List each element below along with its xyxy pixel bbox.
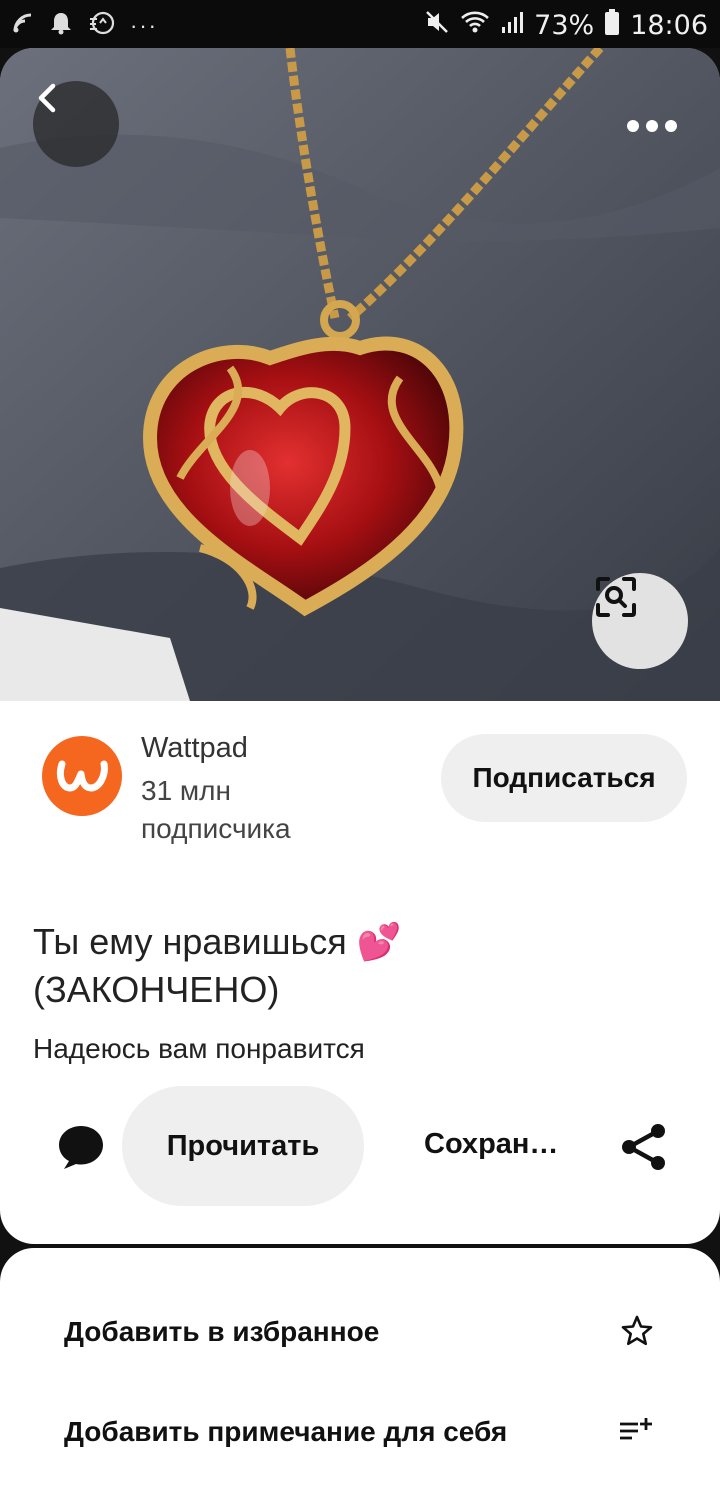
wattpad-w-icon — [56, 760, 108, 792]
chevron-left-icon — [38, 83, 56, 113]
pin-title: Ты ему нравишься 💕 (ЗАКОНЧЕНО) — [33, 918, 653, 1014]
data-saver-icon — [88, 10, 116, 42]
battery-icon — [604, 8, 620, 43]
visual-search-icon — [596, 577, 636, 617]
subscriber-count: 31 млн подписчика — [141, 772, 381, 848]
wattpad-logo[interactable] — [42, 736, 122, 816]
pin-card: Wattpad 31 млн подписчика Подписаться Ты… — [0, 48, 720, 1244]
subscribe-button[interactable]: Подписаться — [441, 734, 687, 822]
pin-source: Wattpad 31 млн подписчика Подписаться — [0, 732, 720, 864]
subscriber-count-number: 31 млн — [141, 775, 231, 806]
read-button[interactable]: Прочитать — [122, 1086, 364, 1206]
more-options-button[interactable] — [612, 106, 692, 146]
mute-icon — [424, 9, 450, 42]
dot-icon — [627, 120, 639, 132]
subscriber-count-word: подписчика — [141, 813, 291, 844]
dot-icon — [646, 120, 658, 132]
visual-search-button[interactable] — [592, 573, 688, 669]
pin-title-line2: (ЗАКОНЧЕНО) — [33, 969, 280, 1010]
back-button[interactable] — [33, 81, 119, 167]
status-left-icons: ··· — [12, 10, 158, 42]
status-bar: ··· 73% 18:06 — [0, 0, 720, 48]
pin-title-line1: Ты ему нравишься 💕 — [33, 921, 402, 962]
status-more: ··· — [130, 13, 158, 38]
options-sheet: Добавить в избранное Добавить примечание… — [0, 1248, 720, 1488]
status-right: 73% 18:06 — [424, 8, 708, 43]
pin-description: Надеюсь вам понравится — [33, 1033, 365, 1064]
cell-signal-icon — [500, 9, 524, 42]
add-note-icon[interactable] — [618, 1416, 654, 1446]
pin-actions: Прочитать Сохран… — [0, 1086, 720, 1208]
clock-time: 18:06 — [630, 10, 708, 41]
add-note-item[interactable]: Добавить примечание для себя — [64, 1416, 507, 1448]
add-to-favorites-item[interactable]: Добавить в избранное — [64, 1316, 379, 1348]
pin-image[interactable] — [0, 48, 720, 701]
alarm-bell-icon — [48, 10, 74, 42]
wifi-icon — [460, 9, 490, 42]
comment-icon[interactable] — [56, 1122, 106, 1172]
save-button[interactable]: Сохран… — [424, 1128, 558, 1161]
dot-icon — [665, 120, 677, 132]
wifi-signal-icon — [12, 12, 34, 40]
source-name[interactable]: Wattpad — [141, 732, 248, 765]
share-icon[interactable] — [620, 1122, 668, 1172]
battery-percent: 73% — [534, 10, 595, 41]
star-outline-icon[interactable] — [620, 1314, 654, 1348]
